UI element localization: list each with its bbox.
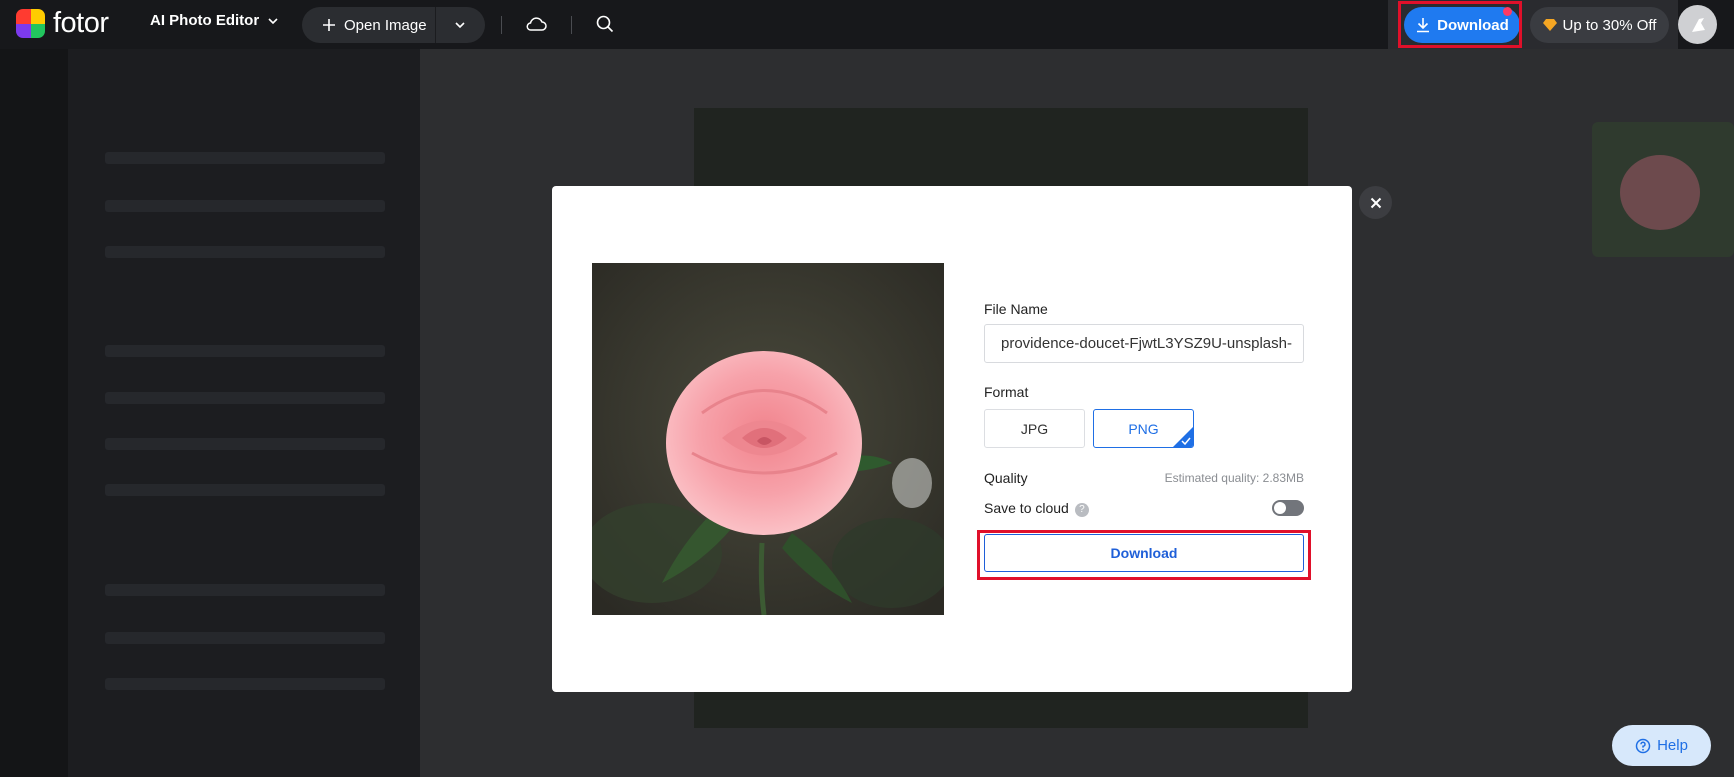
- divider: [501, 16, 502, 34]
- question-icon[interactable]: ?: [1074, 502, 1089, 517]
- diamond-icon: [1542, 19, 1557, 31]
- open-image-group: Open Image: [302, 7, 485, 43]
- logo-mark-icon: [16, 9, 45, 38]
- save-to-cloud-row: Save to cloud?: [984, 500, 1089, 517]
- file-name-input[interactable]: [984, 324, 1304, 363]
- panel-row: [105, 484, 385, 496]
- ai-photo-editor-menu[interactable]: AI Photo Editor: [150, 12, 279, 29]
- panel-row: [105, 392, 385, 404]
- highlight-outline: [977, 530, 1311, 580]
- save-to-cloud-toggle[interactable]: [1272, 500, 1304, 516]
- open-image-button[interactable]: Open Image: [302, 7, 435, 43]
- open-image-dropdown-button[interactable]: [436, 7, 485, 43]
- promo-label: Up to 30% Off: [1562, 16, 1657, 34]
- estimated-quality: Estimated quality: 2.83MB: [1164, 471, 1304, 485]
- logo-text: fotor: [53, 7, 109, 39]
- editor-menu-label: AI Photo Editor: [150, 12, 260, 29]
- highlight-outline: [1398, 1, 1522, 48]
- thumbnail-rose: [1620, 155, 1700, 230]
- toggle-knob: [1274, 502, 1286, 514]
- fotor-logo[interactable]: fotor: [16, 9, 109, 38]
- help-label: Help: [1657, 737, 1688, 754]
- file-name-label: File Name: [984, 301, 1048, 317]
- tool-rail: [0, 49, 68, 777]
- save-to-cloud-label: Save to cloud: [984, 500, 1069, 516]
- cloud-icon[interactable]: [524, 12, 548, 36]
- panel-row: [105, 246, 385, 258]
- panel-row: [105, 438, 385, 450]
- panel-row: [105, 345, 385, 357]
- chevron-down-icon: [455, 22, 465, 29]
- quality-label: Quality: [984, 470, 1028, 486]
- format-label: Format: [984, 384, 1029, 400]
- help-button[interactable]: Help: [1612, 725, 1711, 766]
- panel-row: [105, 632, 385, 644]
- image-preview: [592, 263, 944, 615]
- help-icon: [1635, 738, 1651, 753]
- promo-button[interactable]: Up to 30% Off: [1530, 7, 1669, 43]
- panel-row: [105, 152, 385, 164]
- chevron-down-icon: [268, 17, 278, 24]
- panel-row: [105, 200, 385, 212]
- format-jpg-button[interactable]: JPG: [984, 409, 1085, 448]
- open-image-label: Open Image: [344, 16, 427, 34]
- avatar[interactable]: [1678, 5, 1717, 44]
- search-icon[interactable]: [593, 12, 617, 36]
- user-bird-icon: [1691, 17, 1705, 32]
- format-png-button[interactable]: PNG: [1093, 409, 1194, 448]
- divider: [571, 16, 572, 34]
- plus-icon: [323, 19, 335, 31]
- panel-row: [105, 678, 385, 690]
- panel-row: [105, 584, 385, 596]
- format-png-label: PNG: [1128, 420, 1159, 437]
- close-button[interactable]: [1359, 186, 1392, 219]
- check-icon: [1181, 437, 1191, 446]
- close-icon: [1370, 197, 1381, 208]
